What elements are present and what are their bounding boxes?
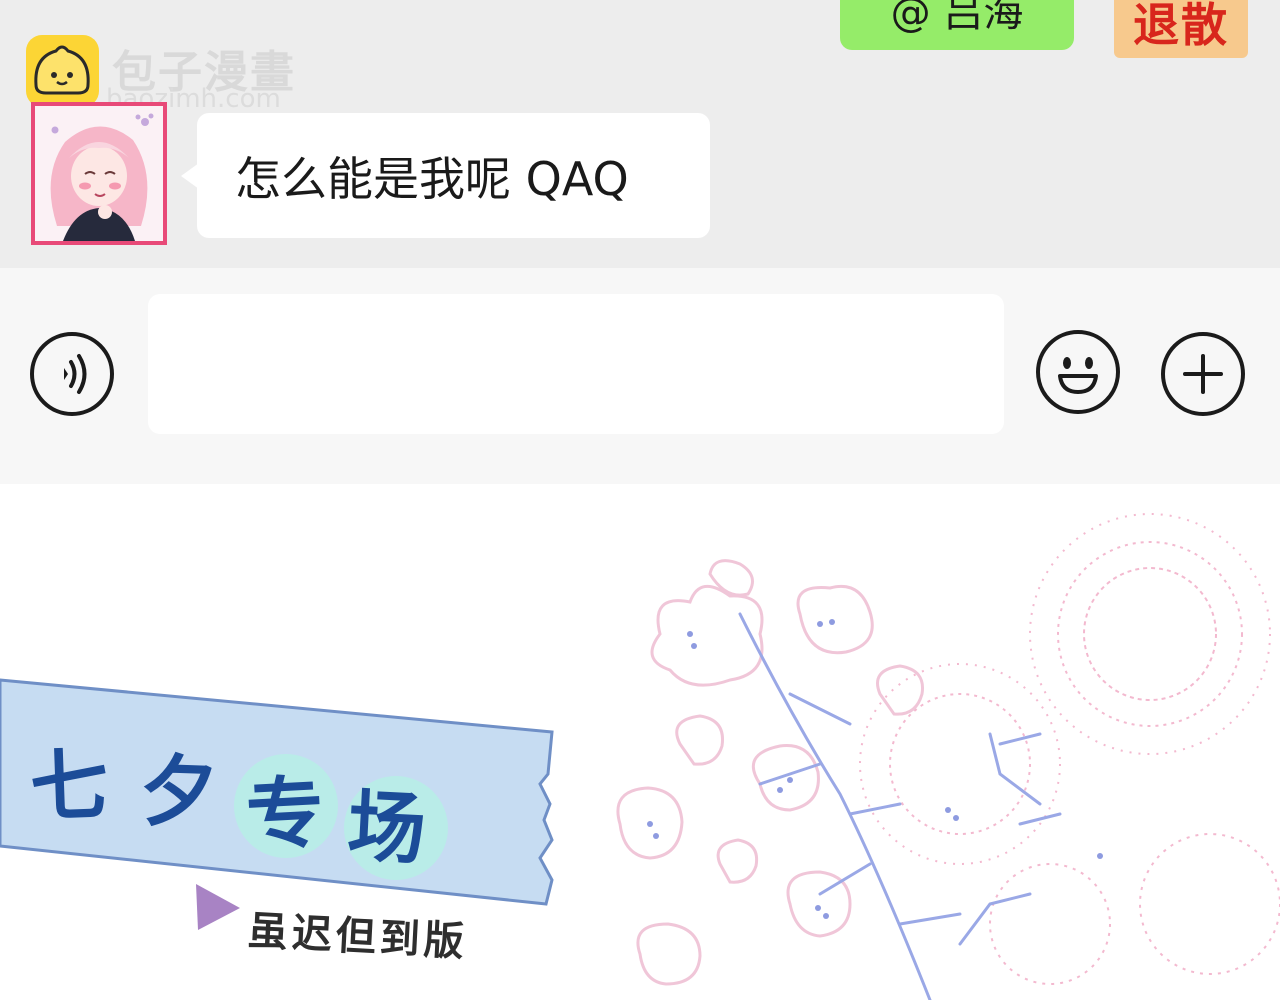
plus-circle-icon bbox=[1183, 354, 1223, 394]
emoji-icon bbox=[1058, 357, 1098, 394]
title-char-3: 专 bbox=[244, 768, 327, 862]
subtitle: 虽迟但到版 bbox=[246, 908, 469, 966]
chat-history[interactable]: @ 吕海 退散 包子漫畫 baozimh.com 怎么能是我呢 QAQ bbox=[0, 0, 1280, 268]
avatar[interactable] bbox=[31, 102, 167, 245]
more-button[interactable] bbox=[1161, 332, 1245, 416]
comic-title-panel: 七 夕 专 场 虽迟但到版 bbox=[0, 484, 1280, 1000]
stamp-text: 退散 bbox=[1133, 0, 1229, 52]
received-message-text: 怎么能是我呢 QAQ bbox=[235, 151, 629, 206]
sent-message-text: @ 吕海 bbox=[890, 0, 1024, 36]
message-input[interactable] bbox=[148, 294, 1004, 434]
stamp-sticker: 退散 bbox=[1114, 0, 1248, 58]
sent-message-bubble[interactable]: @ 吕海 bbox=[840, 0, 1074, 50]
chat-input-bar bbox=[0, 268, 1280, 484]
title-char-2: 夕 bbox=[138, 746, 220, 840]
title-char-4: 场 bbox=[345, 782, 428, 876]
title-char-1: 七 bbox=[28, 740, 110, 834]
received-message-bubble[interactable]: 怎么能是我呢 QAQ bbox=[181, 113, 710, 238]
emoji-button[interactable] bbox=[1036, 330, 1120, 414]
watermark-logo-icon bbox=[26, 35, 99, 107]
voice-button[interactable] bbox=[30, 332, 114, 416]
voice-icon bbox=[64, 354, 87, 394]
